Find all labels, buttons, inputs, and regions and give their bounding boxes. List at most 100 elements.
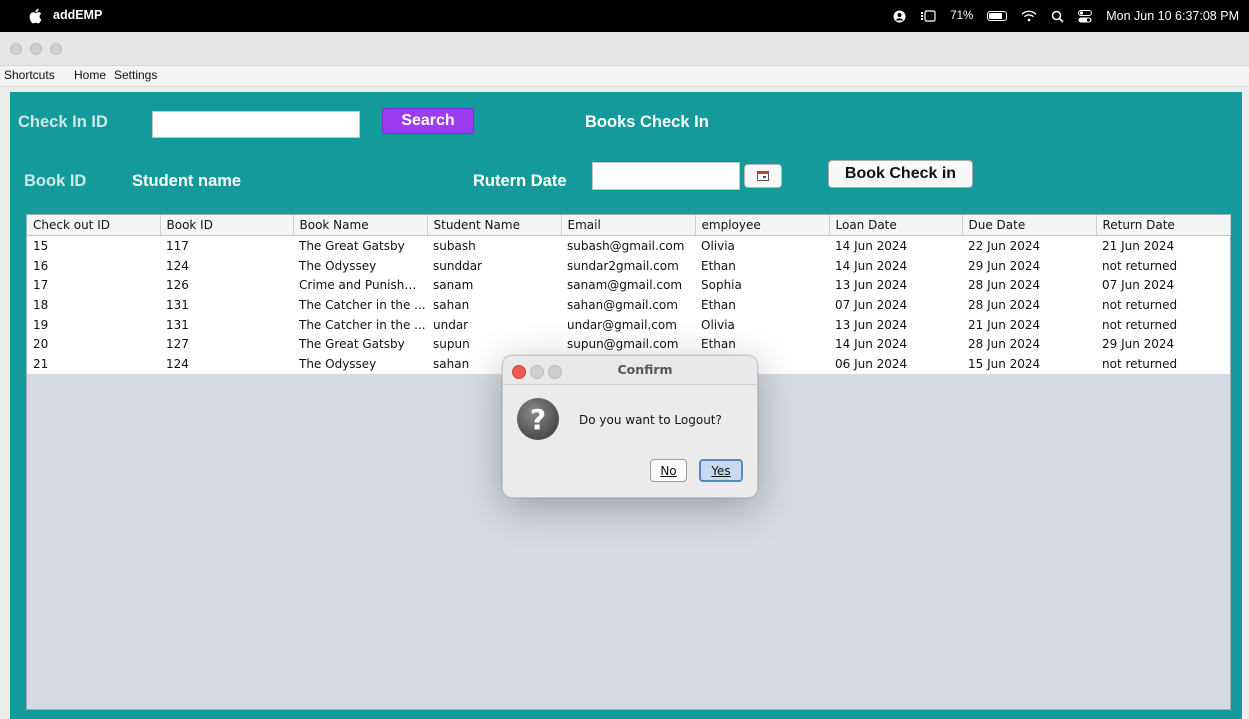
table-cell: not returned: [1096, 255, 1230, 276]
date-picker-button[interactable]: [744, 164, 782, 188]
user-icon[interactable]: [893, 10, 906, 23]
question-icon: ?: [517, 398, 559, 440]
table-cell: The Odyssey: [293, 354, 427, 374]
table-cell: 06 Jun 2024: [829, 354, 962, 374]
table-cell: supun@gmail.com: [561, 334, 695, 355]
table-cell: The Catcher in the ...: [293, 314, 427, 335]
menu-settings[interactable]: Settings: [114, 68, 157, 82]
stage-manager-icon[interactable]: [920, 10, 936, 22]
table-cell: Ethan: [695, 255, 829, 276]
col-header-student-name[interactable]: Student Name: [427, 215, 562, 236]
page-title: Books Check In: [585, 113, 709, 131]
col-header-email[interactable]: Email: [561, 215, 696, 236]
table-cell: The Odyssey: [293, 255, 427, 276]
col-header-checkout-id[interactable]: Check out ID: [27, 215, 161, 236]
table-cell: 28 Jun 2024: [962, 295, 1096, 315]
table-cell: 28 Jun 2024: [962, 334, 1096, 355]
table-row[interactable]: 15 117 The Great Gatsby subash subash@gm…: [27, 235, 1230, 256]
table-cell: 16: [27, 255, 160, 276]
table-cell: sundar2gmail.com: [561, 255, 695, 276]
battery-icon[interactable]: [987, 11, 1008, 21]
table-cell: 22 Jun 2024: [962, 235, 1096, 256]
menu-shortcuts[interactable]: Shortcuts: [4, 68, 55, 82]
table-cell: 117: [160, 235, 293, 256]
table-row[interactable]: 20 127 The Great Gatsby supun supun@gmai…: [27, 334, 1230, 355]
table-header: Check out ID Book ID Book Name Student N…: [27, 215, 1231, 236]
table-cell: 20: [27, 334, 160, 355]
zoom-window-button[interactable]: [50, 43, 62, 55]
table-cell: 17: [27, 275, 160, 296]
dialog-message: Do you want to Logout?: [579, 413, 722, 427]
table-cell: 29 Jun 2024: [962, 255, 1096, 276]
apple-logo-icon[interactable]: [28, 8, 42, 24]
no-button[interactable]: No: [650, 459, 687, 482]
table-cell: 124: [160, 354, 293, 374]
table-cell: not returned: [1096, 295, 1230, 315]
table-cell: supun: [427, 334, 561, 355]
table-cell: 29 Jun 2024: [1096, 334, 1230, 355]
control-center-icon[interactable]: [1078, 9, 1093, 23]
check-in-id-label: Check In ID: [18, 113, 108, 131]
table-cell: Sophia: [695, 275, 829, 296]
spotlight-search-icon[interactable]: [1051, 10, 1064, 23]
yes-button[interactable]: Yes: [699, 459, 743, 482]
app-name[interactable]: addEMP: [53, 8, 102, 22]
wifi-icon[interactable]: [1021, 10, 1037, 22]
student-name-label: Student name: [132, 172, 242, 190]
table-cell: 14 Jun 2024: [829, 235, 962, 256]
table-row[interactable]: 17 126 Crime and Punishm... sanam sanam@…: [27, 275, 1230, 296]
table-cell: sahan@gmail.com: [561, 295, 695, 315]
table-cell: 15: [27, 235, 160, 256]
calendar-icon: [757, 171, 769, 181]
table-row[interactable]: 19 131 The Catcher in the ... undar unda…: [27, 314, 1230, 335]
table-cell: Ethan: [695, 295, 829, 315]
col-header-due-date[interactable]: Due Date: [962, 215, 1097, 236]
table-cell: undar@gmail.com: [561, 314, 695, 335]
table-cell: 19: [27, 314, 160, 335]
table-cell: 131: [160, 295, 293, 315]
table-row[interactable]: 16 124 The Odyssey sunddar sundar2gmail.…: [27, 255, 1230, 276]
minimize-window-button[interactable]: [30, 43, 42, 55]
table-cell: sahan: [427, 295, 561, 315]
book-check-in-button[interactable]: Book Check in: [828, 160, 973, 188]
system-menubar: addEMP 71% Mon Jun 10 6:37:08 PM: [0, 0, 1249, 32]
table-cell: subash@gmail.com: [561, 235, 695, 256]
table-cell: 28 Jun 2024: [962, 275, 1096, 296]
close-window-button[interactable]: [10, 43, 22, 55]
search-button[interactable]: Search: [382, 108, 474, 134]
book-id-label: Book ID: [24, 172, 87, 190]
table-cell: sanam@gmail.com: [561, 275, 695, 296]
col-header-book-id[interactable]: Book ID: [160, 215, 294, 236]
check-in-id-input[interactable]: [152, 111, 360, 138]
col-header-loan-date[interactable]: Loan Date: [829, 215, 963, 236]
table-cell: not returned: [1096, 314, 1230, 335]
table-cell: The Great Gatsby: [293, 334, 427, 355]
table-cell: not returned: [1096, 354, 1230, 374]
col-header-employee[interactable]: employee: [695, 215, 830, 236]
return-date-input[interactable]: [592, 162, 740, 190]
table-cell: 07 Jun 2024: [1096, 275, 1230, 296]
table-cell: 13 Jun 2024: [829, 275, 962, 296]
col-header-return-date[interactable]: Return Date: [1096, 215, 1231, 236]
table-cell: 18: [27, 295, 160, 315]
table-cell: The Great Gatsby: [293, 235, 427, 256]
table-cell: 07 Jun 2024: [829, 295, 962, 315]
table-cell: 21 Jun 2024: [962, 314, 1096, 335]
dialog-title: Confirm: [617, 362, 673, 377]
table-cell: 21: [27, 354, 160, 374]
table-cell: Olivia: [695, 314, 829, 335]
return-date-label: Rutern Date: [473, 172, 567, 190]
table-cell: 21 Jun 2024: [1096, 235, 1230, 256]
col-header-book-name[interactable]: Book Name: [293, 215, 428, 236]
table-cell: undar: [427, 314, 561, 335]
table-row[interactable]: 18 131 The Catcher in the ... sahan saha…: [27, 295, 1230, 315]
table-cell: 124: [160, 255, 293, 276]
status-area: 71% Mon Jun 10 6:37:08 PM: [893, 0, 1239, 32]
table-cell: subash: [427, 235, 561, 256]
table-cell: sanam: [427, 275, 561, 296]
app-menubar: Shortcuts Home Settings: [0, 66, 1249, 87]
table-cell: Crime and Punishm...: [293, 275, 427, 296]
datetime[interactable]: Mon Jun 10 6:37:08 PM: [1106, 9, 1239, 23]
menu-home[interactable]: Home: [74, 68, 106, 82]
table-cell: Ethan: [695, 334, 829, 355]
